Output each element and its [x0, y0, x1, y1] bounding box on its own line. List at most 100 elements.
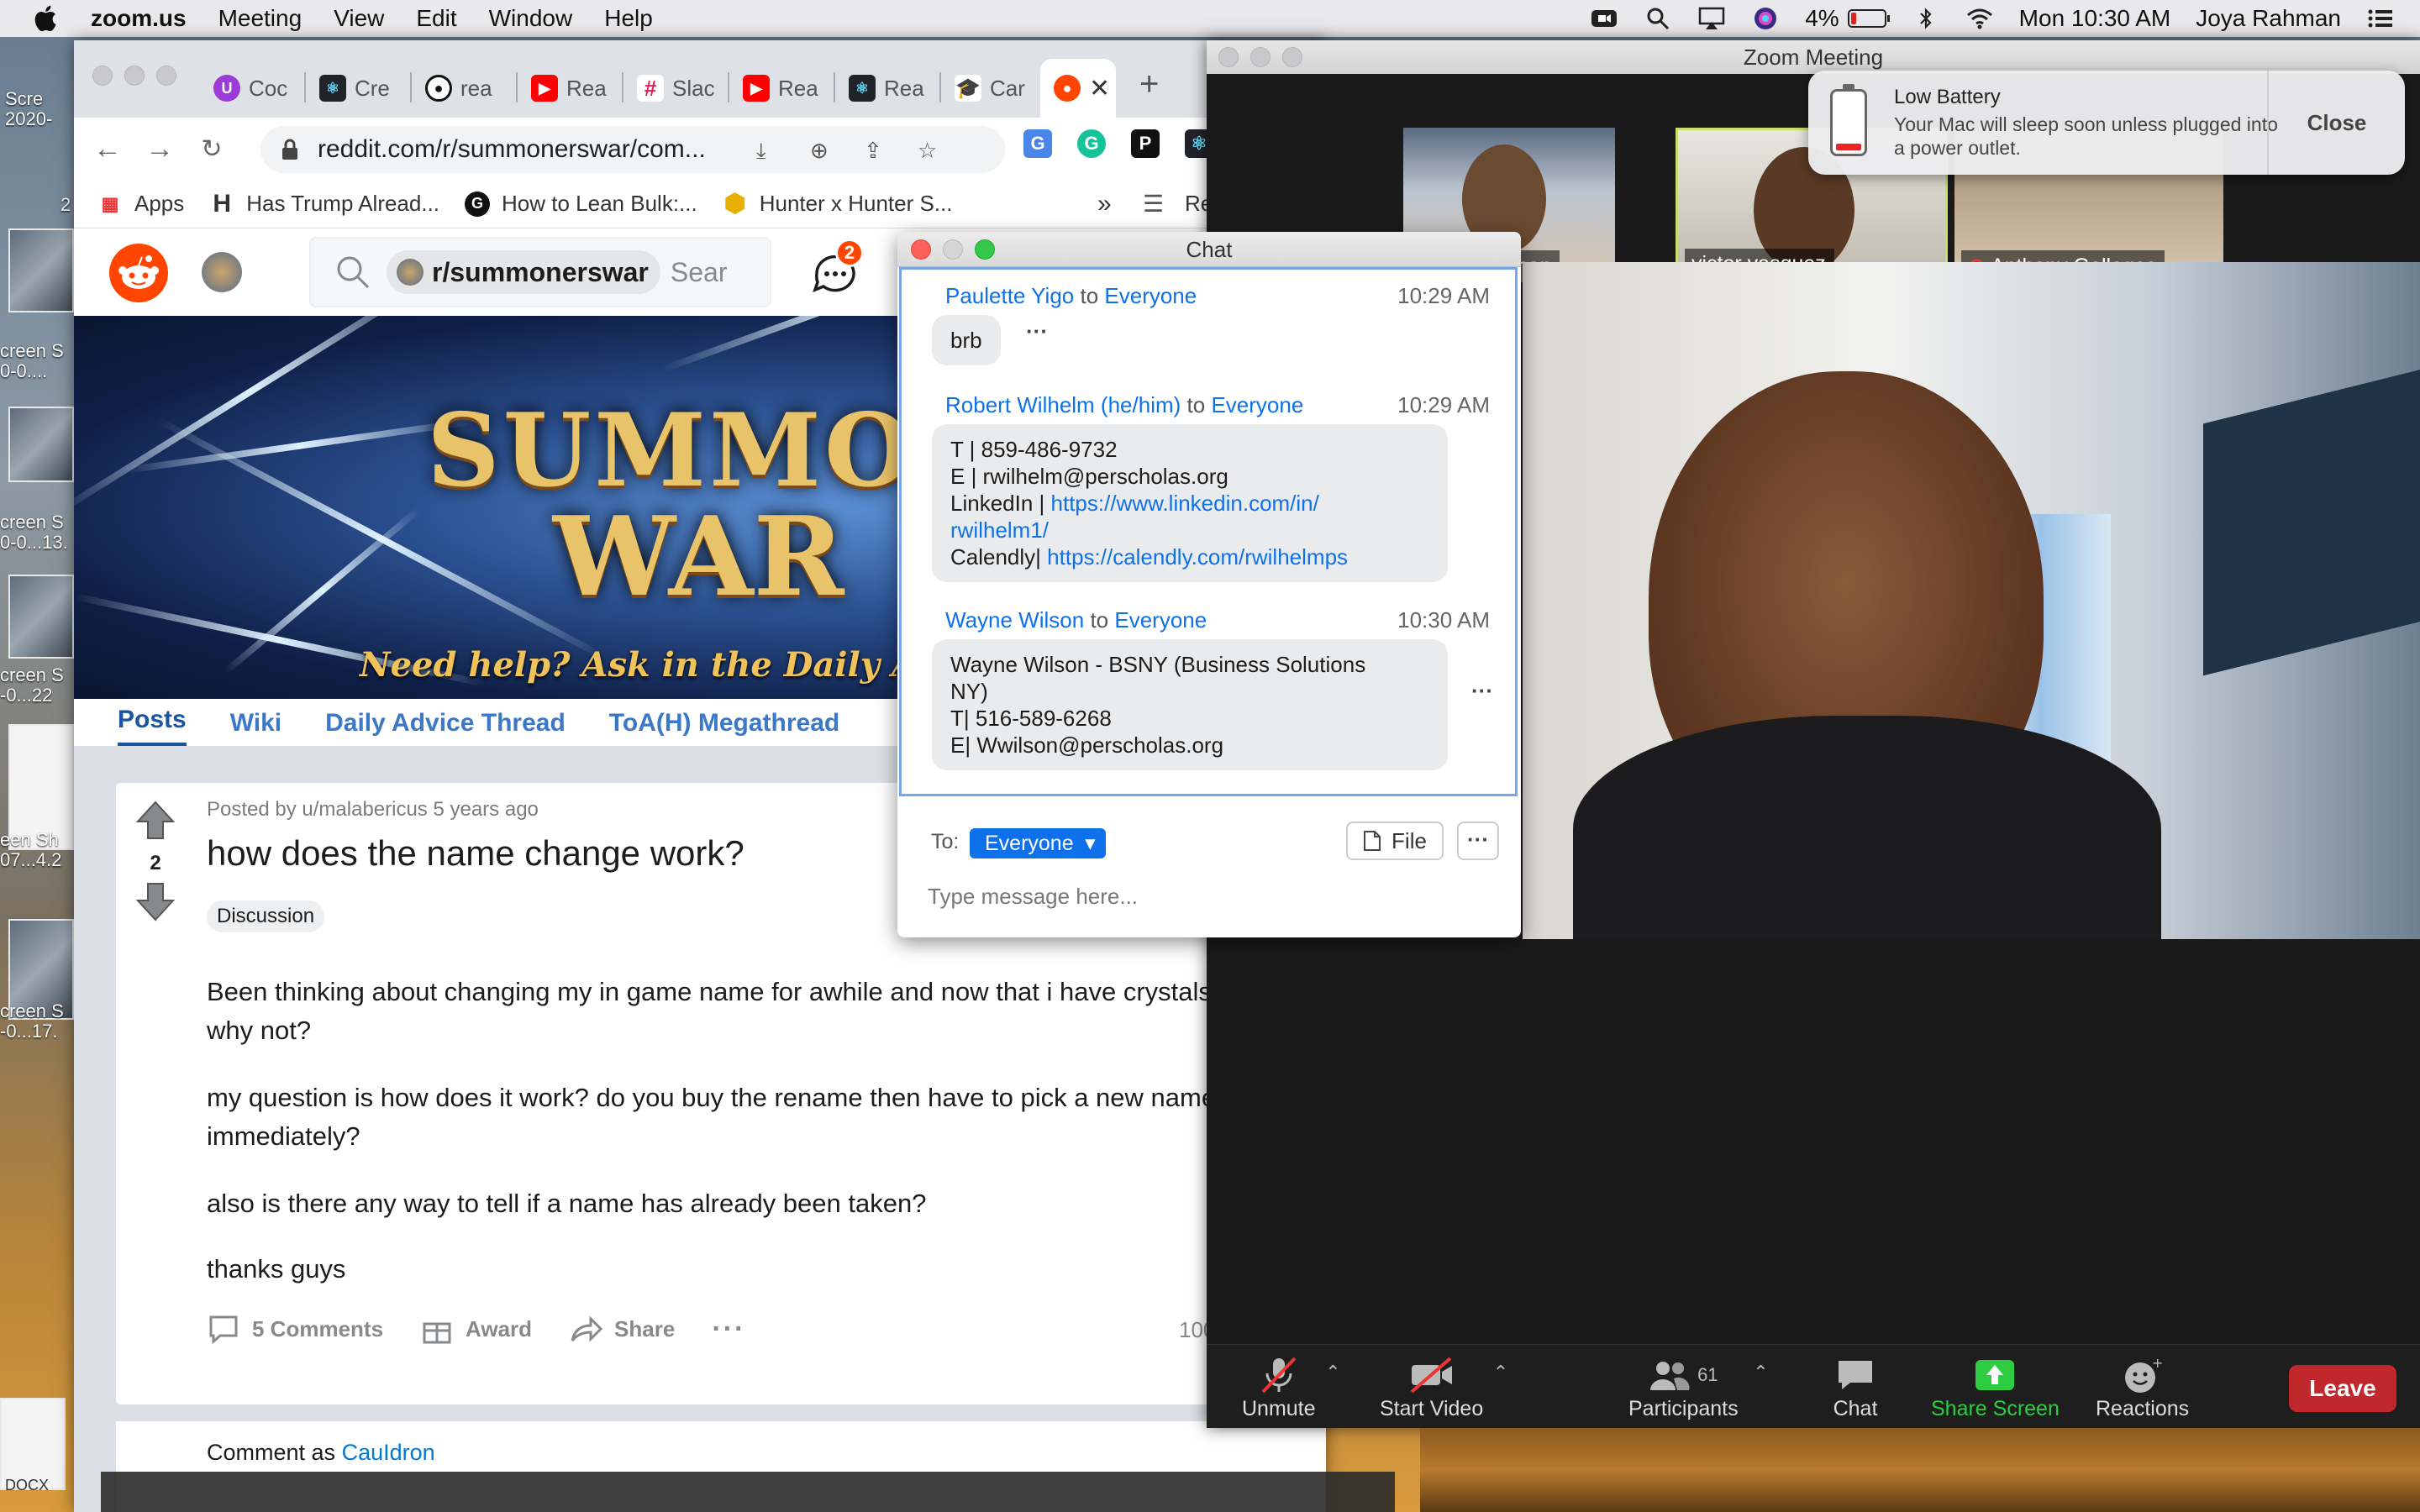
menubar-user[interactable]: Joya Rahman	[2196, 5, 2341, 32]
nav-wiki[interactable]: Wiki	[230, 709, 281, 746]
sender-name[interactable]: Paulette Yigo	[945, 283, 1074, 308]
back-icon[interactable]: ←	[89, 130, 126, 167]
browser-tab[interactable]: U Coc	[200, 59, 301, 118]
chat-recipient-dropdown[interactable]: Everyone	[970, 828, 1106, 858]
bookmark-huffpost[interactable]: H Has Trump Alread...	[209, 190, 439, 218]
zoom-maximize-button[interactable]	[1282, 47, 1302, 67]
desktop-file-label[interactable]: creen S -0...22	[0, 665, 76, 706]
nav-posts[interactable]: Posts	[118, 706, 187, 746]
apple-menu-icon[interactable]	[32, 3, 62, 34]
siri-icon[interactable]	[1751, 6, 1780, 31]
desktop-file-label[interactable]: creen S 0-0...13.	[0, 512, 76, 553]
translate-extension-icon[interactable]: G	[1023, 129, 1052, 158]
award-button[interactable]: Award	[420, 1312, 532, 1346]
chat-message-input[interactable]	[928, 875, 1482, 917]
wifi-icon[interactable]	[1965, 6, 1994, 31]
post-meta[interactable]: Posted by u/malabericus 5 years ago	[207, 798, 539, 822]
desktop-file-thumbnail[interactable]	[8, 575, 74, 659]
zoom-minimize-button[interactable]	[1250, 47, 1270, 67]
message-more-icon[interactable]: ···	[1471, 678, 1493, 704]
more-options-icon[interactable]: ···	[712, 1313, 745, 1346]
bookmark-apps[interactable]: ▦ Apps	[97, 191, 185, 217]
linkedin-link[interactable]: https://www.linkedin.com/in/	[1051, 491, 1319, 516]
desktop-file-label[interactable]: creen S 0-0....	[0, 341, 76, 381]
browser-tab[interactable]: ▶ Rea	[729, 59, 830, 118]
chat-close-button[interactable]	[911, 239, 931, 260]
battery-status[interactable]: 4%	[1805, 5, 1890, 32]
lock-icon[interactable]	[281, 139, 299, 160]
sender-name[interactable]: Robert Wilhelm (he/him)	[945, 392, 1181, 417]
new-tab-icon[interactable]: +	[1139, 66, 1159, 103]
video-options-caret-icon[interactable]: ⌃	[1493, 1362, 1508, 1383]
notification-badge[interactable]: 2	[835, 239, 864, 267]
url-text[interactable]: reddit.com/r/summonerswar/com...	[318, 135, 706, 164]
active-speaker-video[interactable]	[1523, 262, 2420, 939]
unmute-button[interactable]: Unmute ⌃	[1242, 1353, 1341, 1421]
low-battery-notification[interactable]: Low Battery Your Mac will sleep soon unl…	[1808, 71, 2405, 175]
start-video-button[interactable]: Start Video ⌃	[1380, 1353, 1508, 1421]
zoom-status-icon[interactable]	[1590, 6, 1618, 31]
reading-list-icon[interactable]: ☰	[1143, 190, 1164, 218]
install-icon[interactable]: ⤓	[756, 138, 781, 163]
comments-button[interactable]: 5 Comments	[207, 1312, 383, 1346]
chat-minimize-button[interactable]	[943, 239, 963, 260]
search-placeholder[interactable]: Sear	[671, 257, 728, 288]
reactions-button[interactable]: + Reactions	[2096, 1353, 2189, 1421]
browser-tab[interactable]: # Slac	[623, 59, 724, 118]
window-minimize-button[interactable]	[124, 66, 145, 86]
downvote-arrow-icon[interactable]	[134, 880, 176, 922]
notification-close-button[interactable]: Close	[2269, 71, 2405, 175]
grammarly-extension-icon[interactable]: G	[1077, 129, 1106, 158]
nav-toa-megathread[interactable]: ToA(H) Megathread	[609, 709, 839, 746]
desktop-file-thumbnail[interactable]	[8, 228, 74, 312]
post-flair[interactable]: Discussion	[207, 900, 325, 932]
p-extension-icon[interactable]: P	[1131, 129, 1160, 158]
leave-meeting-button[interactable]: Leave	[2289, 1365, 2396, 1412]
bookmark-star-icon[interactable]: ☆	[918, 138, 943, 163]
browser-tab-active[interactable]: ● ✕	[1040, 59, 1116, 118]
chat-maximize-button[interactable]	[975, 239, 995, 260]
control-center-icon[interactable]	[2366, 6, 2395, 31]
address-bar[interactable]: reddit.com/r/summonerswar/com... ⤓ ⊕ ⇪ ☆	[260, 126, 1005, 173]
chat-file-button[interactable]: File	[1346, 822, 1444, 860]
window-close-button[interactable]	[92, 66, 113, 86]
calendly-link[interactable]: https://calendly.com/rwilhelmps	[1047, 544, 1348, 570]
menu-edit[interactable]: Edit	[416, 5, 456, 32]
search-icon[interactable]	[1644, 6, 1672, 31]
reddit-search-bar[interactable]: r/summonerswar Sear	[309, 237, 771, 307]
audio-options-caret-icon[interactable]: ⌃	[1325, 1362, 1340, 1383]
sender-name[interactable]: Wayne Wilson	[945, 607, 1084, 633]
airplay-icon[interactable]	[1697, 6, 1726, 31]
zoom-magnifier-icon[interactable]: ⊕	[810, 138, 835, 163]
message-more-icon[interactable]: ···	[1026, 318, 1048, 344]
reddit-logo-icon[interactable]	[109, 244, 168, 302]
participants-button[interactable]: 61 Participants ⌃	[1628, 1353, 1769, 1421]
community-avatar[interactable]	[202, 252, 242, 292]
browser-tab[interactable]: ▶ Rea	[518, 59, 618, 118]
bluetooth-icon[interactable]	[1912, 6, 1940, 31]
menubar-clock[interactable]: Mon 10:30 AM	[2019, 5, 2171, 32]
linkedin-link-cont[interactable]: rwilhelm1/	[950, 517, 1429, 543]
participants-caret-icon[interactable]: ⌃	[1753, 1362, 1768, 1383]
share-button[interactable]: Share	[569, 1312, 675, 1346]
bookmark-lean-bulk[interactable]: G How to Lean Bulk:...	[465, 191, 697, 217]
chat-button[interactable]: Chat	[1830, 1353, 1881, 1421]
menu-help[interactable]: Help	[604, 5, 653, 32]
browser-tab[interactable]: ⚛ Rea	[835, 59, 936, 118]
upvote-arrow-icon[interactable]	[134, 800, 176, 842]
menu-window[interactable]: Window	[489, 5, 573, 32]
chat-message-list[interactable]: Paulette Yigo to Everyone 10:29 AM brb ·…	[899, 267, 1518, 796]
reload-icon[interactable]: ↻	[193, 130, 230, 167]
nav-daily-advice[interactable]: Daily Advice Thread	[325, 709, 566, 746]
chat-more-button[interactable]: ···	[1457, 822, 1499, 860]
tab-close-icon[interactable]: ✕	[1089, 74, 1110, 103]
zoom-close-button[interactable]	[1218, 47, 1239, 67]
browser-tab[interactable]: ⚛ Cre	[306, 59, 407, 118]
window-zoom-button[interactable]	[156, 66, 176, 86]
menu-view[interactable]: View	[334, 5, 384, 32]
menu-meeting[interactable]: Meeting	[218, 5, 302, 32]
browser-tab[interactable]: 🎓 Car	[941, 59, 1042, 118]
bookmark-hunter[interactable]: ⬢ Hunter x Hunter S...	[723, 190, 953, 218]
comment-as-username[interactable]: CauIdron	[342, 1440, 435, 1465]
share-screen-button[interactable]: Share Screen	[1931, 1353, 2060, 1421]
